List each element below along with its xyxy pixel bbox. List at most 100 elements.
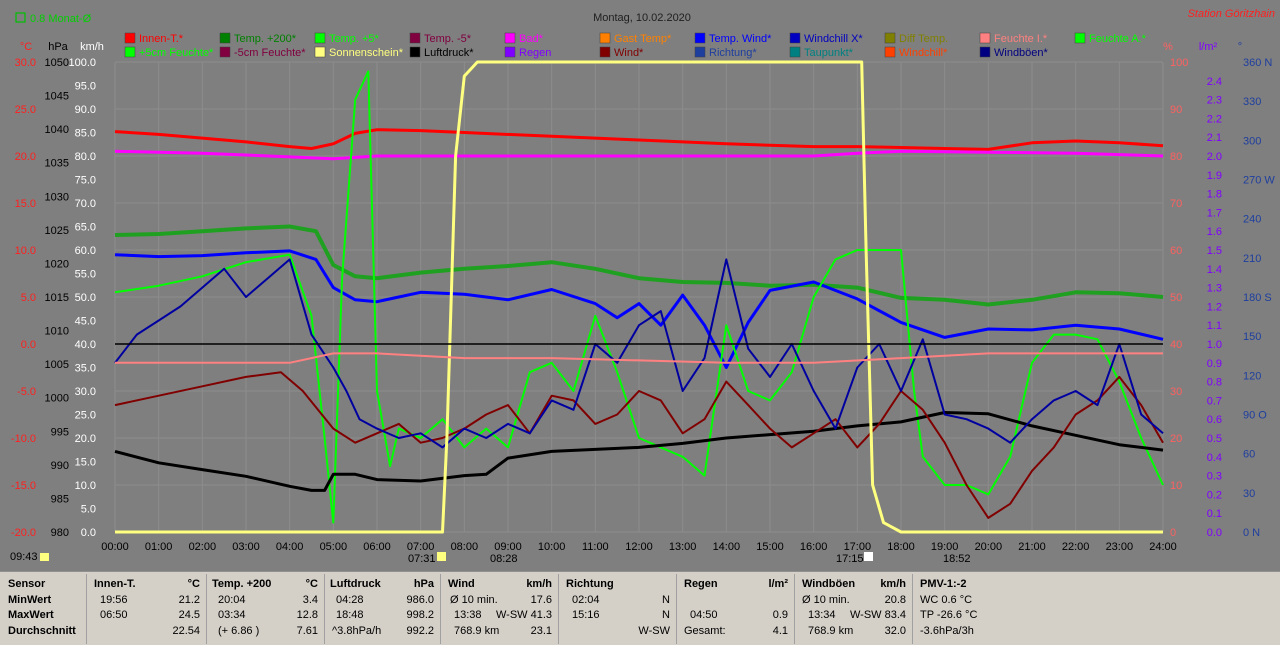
rain-tick-label: 2.1 [1207, 132, 1222, 144]
x-tick-label: 05:00 [320, 541, 348, 553]
innen-unit: °C [187, 578, 200, 590]
kmh-axis-header: km/h [80, 41, 104, 53]
pressure-unit: hPa [413, 578, 434, 590]
direction-tick-label: 90 O [1243, 410, 1267, 422]
rain-tick-label: 1.1 [1207, 320, 1222, 332]
rain-total-value: 4.1 [772, 624, 788, 637]
x-tick-label: 23:00 [1106, 541, 1134, 553]
pmv-header: PMV-1:-2 [920, 578, 967, 590]
sensor-header: Sensor [8, 578, 46, 590]
hpa-tick-label: 990 [51, 460, 69, 472]
gusts-header: Windböen [802, 578, 856, 590]
kmh-tick-label: 15.0 [75, 457, 96, 469]
column-divider [86, 574, 87, 644]
statistics-footer: Sensor MinWert MaxWert Durchschnitt Inne… [0, 571, 1280, 645]
hpa-tick-label: 1045 [45, 91, 69, 103]
pct-tick-label: 40 [1170, 339, 1182, 351]
pressure-avg-value: 992.2 [406, 624, 434, 637]
direction-column: Richtung 02:04 N 15:16 N W-SW [566, 578, 670, 640]
legend-swatch [884, 32, 896, 44]
kmh-tick-label: 80.0 [75, 151, 96, 163]
legend-label: Temp. Wind* [709, 33, 772, 45]
rain-tick-label: 1.8 [1207, 189, 1222, 201]
rain-tick-label: 0.6 [1207, 414, 1222, 426]
wind-avg-value: 23.1 [530, 624, 552, 637]
rain-tick-label: 0.0 [1207, 527, 1222, 539]
wind-max-value: 41.3 [530, 609, 552, 621]
pressure-max-time: 18:48 [336, 609, 364, 621]
wind-avg10-value: 17.6 [530, 593, 552, 606]
x-tick-label: 07:00 [407, 541, 435, 553]
legend-label: -5cm Feuchte* [234, 47, 306, 59]
temp200-max-value: 12.8 [296, 609, 318, 621]
rain-tick-label: 2.3 [1207, 95, 1222, 107]
direction-tick-label: 60 [1243, 449, 1255, 461]
innen-avg-value: 22.54 [172, 624, 200, 637]
x-tick-label: 14:00 [713, 541, 741, 553]
direction-min-value: N [662, 593, 670, 606]
pct-tick-label: 50 [1170, 292, 1182, 304]
direction-tick-label: 180 S [1243, 292, 1272, 304]
temp200-max-time: 03:34 [218, 609, 246, 621]
legend-swatch [979, 46, 991, 58]
legend-label: Regen [519, 47, 551, 59]
gusts-max-value: 83.4 [884, 609, 906, 621]
legend-swatch [219, 32, 231, 44]
moonrise-time: 09:43 [10, 551, 38, 563]
temp-tick-label: 30.0 [15, 57, 36, 69]
temp-tick-label: -15.0 [11, 480, 36, 492]
legend-label: Richtung* [709, 47, 757, 59]
x-tick-label: 02:00 [189, 541, 217, 553]
rain-tick-label: 0.4 [1207, 452, 1222, 464]
legend-label: Bad* [519, 33, 544, 45]
wind-unit: km/h [526, 578, 552, 590]
legend-swatch [409, 32, 421, 44]
hpa-tick-label: 1040 [45, 124, 69, 136]
hpa-tick-label: 1005 [45, 359, 69, 371]
rain-tick-label: 1.6 [1207, 226, 1222, 238]
legend-label: Innen-T.* [139, 33, 184, 45]
gusts-avg-value: 32.0 [884, 624, 906, 637]
rain-total-label: Gesamt: [684, 624, 726, 637]
hpa-tick-label: 1015 [45, 292, 69, 304]
direction-avg-value: W-SW [638, 624, 670, 637]
rain-tick-label: 2.4 [1207, 76, 1222, 88]
chart-legend: Innen-T.* Temp. +200* Temp. +5* Temp. -5* Ba… [124, 32, 1147, 59]
legend-swatch [884, 46, 896, 58]
temp-tick-label: 20.0 [15, 151, 36, 163]
temp-tick-label: 15.0 [15, 198, 36, 210]
kmh-tick-label: 60.0 [75, 245, 96, 257]
x-tick-label: 15:00 [756, 541, 784, 553]
direction-tick-label: 270 W [1243, 175, 1275, 187]
kmh-tick-label: 40.0 [75, 339, 96, 351]
innen-min-value: 21.2 [178, 593, 200, 606]
chart-title: Montag, 10.02.2020 [593, 12, 691, 24]
innen-max-time: 06:50 [100, 609, 128, 621]
pct-tick-label: 10 [1170, 480, 1182, 492]
legend-swatch [124, 32, 136, 44]
month-avg-checkbox[interactable] [15, 12, 26, 23]
direction-max-value: N [662, 609, 670, 621]
hpa-tick-label: 980 [51, 527, 69, 539]
kmh-tick-label: 65.0 [75, 222, 96, 234]
legend-label: Windchill X* [804, 33, 863, 45]
legend-swatch [314, 46, 326, 58]
legend-label: Feuchte A.* [1089, 33, 1147, 45]
legend-label: Temp. +5* [329, 33, 380, 45]
direction-tick-label: 30 [1243, 488, 1255, 500]
temp200-avg-value: 7.61 [296, 624, 318, 637]
temp-tick-label: 0.0 [21, 339, 36, 351]
pct-tick-label: 0 [1170, 527, 1176, 539]
x-tick-label: 24:00 [1149, 541, 1177, 553]
rain-tick-label: 2.2 [1207, 113, 1222, 125]
legend-swatch [789, 46, 801, 58]
pct-tick-label: 60 [1170, 245, 1182, 257]
kmh-tick-label: 5.0 [81, 504, 96, 516]
pct-tick-label: 70 [1170, 198, 1182, 210]
hpa-tick-label: 1020 [45, 258, 69, 270]
rain-max-value: 0.9 [772, 609, 788, 621]
x-tick-label: 16:00 [800, 541, 828, 553]
wind-max-time: 13:38 [454, 609, 482, 621]
direction-tick-label: 300 [1243, 135, 1261, 147]
gusts-unit: km/h [880, 578, 906, 590]
